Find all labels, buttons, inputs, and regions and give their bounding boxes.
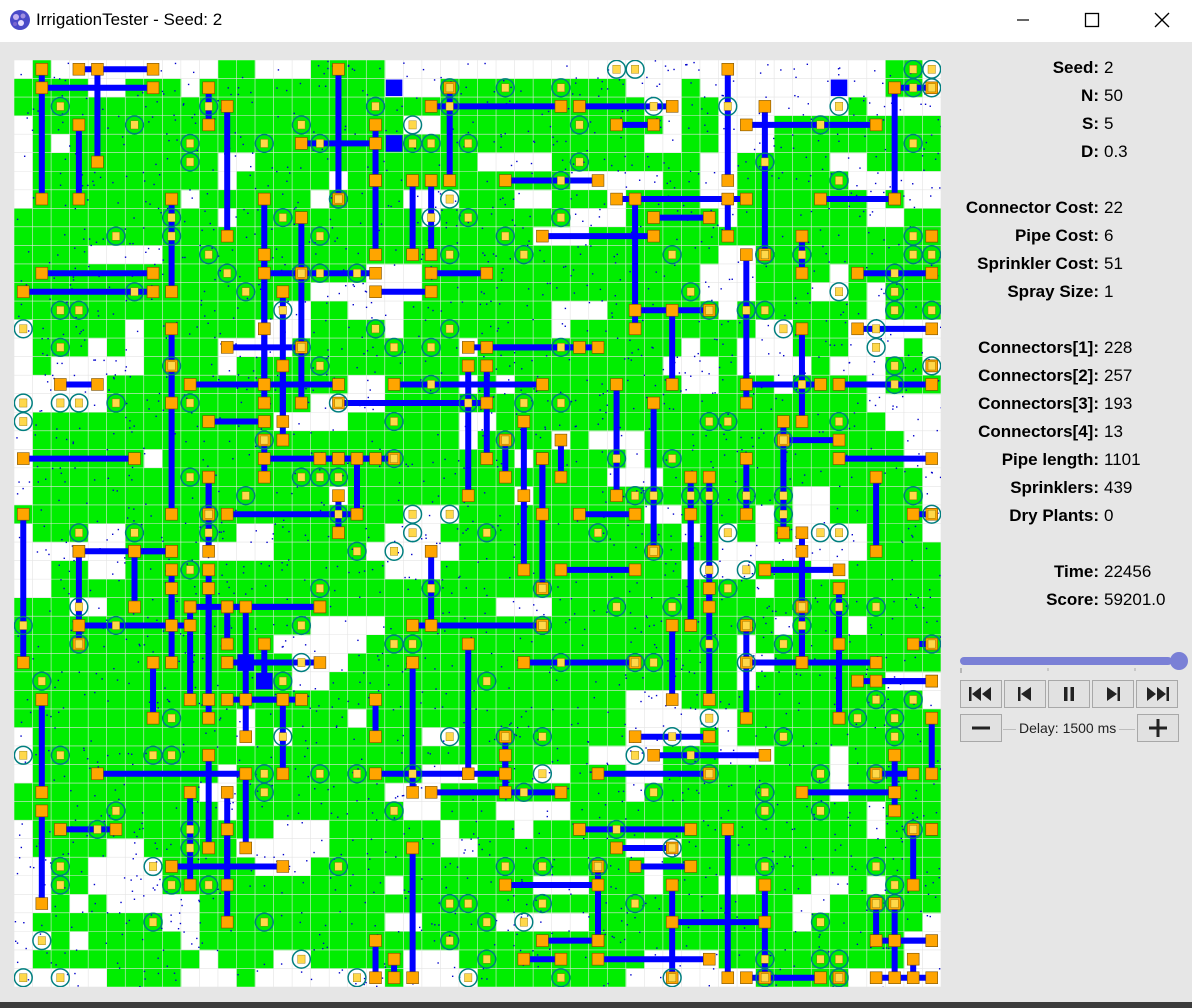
stat-pipe-cost-label: Pipe Cost: — [1014, 226, 1099, 245]
title-bar: IrrigationTester - Seed: 2 — [0, 0, 1192, 42]
delay-label: Delay: 1500 ms — [1016, 720, 1120, 736]
stat-n: N: 50 — [948, 86, 1192, 110]
stat-s-value: 5 — [1104, 114, 1114, 133]
stat-connectors-3-label: Connectors[3]: — [978, 394, 1099, 413]
minimize-icon — [1017, 19, 1029, 21]
stat-spray-size-value: 1 — [1104, 282, 1114, 301]
app-logo-icon — [10, 10, 30, 30]
stat-connectors-1-value: 228 — [1104, 338, 1133, 357]
stat-sprinklers-label: Sprinklers: — [1010, 478, 1099, 497]
stat-connectors-4: Connectors[4]: 13 — [948, 422, 1192, 446]
stat-pipe-length-label: Pipe length: — [1001, 450, 1099, 469]
stat-sprinklers: Sprinklers: 439 — [948, 478, 1192, 502]
maximize-icon — [1084, 12, 1100, 28]
stat-d: D: 0.3 — [948, 142, 1192, 166]
skip-to-start-button[interactable] — [960, 680, 1002, 708]
stat-s: S: 5 — [948, 114, 1192, 138]
stat-spray-size-label: Spray Size: — [1007, 282, 1099, 301]
stat-connectors-2-value: 257 — [1104, 366, 1133, 385]
pause-button[interactable] — [1048, 680, 1090, 708]
stat-s-label: S: — [1082, 114, 1099, 133]
stat-connectors-4-label: Connectors[4]: — [978, 422, 1099, 441]
stat-connectors-4-value: 13 — [1104, 422, 1123, 441]
stat-score-label: Score: — [1046, 590, 1099, 609]
skip-to-start-icon — [969, 687, 991, 701]
stat-n-value: 50 — [1104, 86, 1123, 105]
step-forward-button[interactable] — [1092, 680, 1134, 708]
stat-n-label: N: — [1081, 86, 1099, 105]
stat-time: Time: 22456 — [948, 562, 1192, 586]
step-forward-icon — [1107, 687, 1120, 701]
stat-time-label: Time: — [1053, 562, 1099, 581]
step-back-icon — [1018, 687, 1031, 701]
stat-sprinkler-cost-label: Sprinkler Cost: — [977, 254, 1099, 273]
increase-delay-button[interactable] — [1137, 714, 1179, 742]
stat-score: Score: 59201.0 — [948, 590, 1192, 614]
plus-icon — [1149, 719, 1167, 737]
skip-to-end-button[interactable] — [1136, 680, 1178, 708]
window-title: IrrigationTester - Seed: 2 — [36, 10, 223, 29]
stat-seed: Seed: 2 — [948, 58, 1192, 82]
stat-pipe-length: Pipe length: 1101 — [948, 450, 1192, 474]
stat-spray-size: Spray Size: 1 — [948, 282, 1192, 306]
stat-connector-cost: Connector Cost: 22 — [948, 198, 1192, 222]
stat-dry-plants-value: 0 — [1104, 506, 1114, 525]
time-slider[interactable] — [960, 652, 1188, 673]
stat-sprinklers-value: 439 — [1104, 478, 1133, 497]
stat-connectors-2: Connectors[2]: 257 — [948, 366, 1192, 390]
close-button[interactable] — [1127, 0, 1192, 40]
maximize-button[interactable] — [1057, 0, 1127, 40]
stat-dry-plants: Dry Plants: 0 — [948, 506, 1192, 530]
stat-connectors-1: Connectors[1]: 228 — [948, 338, 1192, 362]
irrigation-board[interactable] — [14, 60, 941, 987]
stat-time-value: 22456 — [1104, 562, 1152, 581]
decrease-delay-button[interactable] — [960, 714, 1002, 742]
pause-icon — [1064, 687, 1074, 701]
stat-pipe-cost-value: 6 — [1104, 226, 1114, 245]
skip-to-end-icon — [1147, 687, 1169, 701]
slider-ticks — [960, 668, 1136, 673]
stat-dry-plants-label: Dry Plants: — [1009, 506, 1099, 525]
stat-connector-cost-label: Connector Cost: — [965, 198, 1099, 217]
stat-pipe-cost: Pipe Cost: 6 — [948, 226, 1192, 250]
stat-pipe-length-value: 1101 — [1104, 450, 1141, 469]
close-icon — [1154, 12, 1170, 28]
stat-d-label: D: — [1081, 142, 1099, 161]
slider-track — [960, 657, 1172, 665]
stat-connectors-3: Connectors[3]: 193 — [948, 394, 1192, 418]
step-back-button[interactable] — [1004, 680, 1046, 708]
stat-sprinkler-cost: Sprinkler Cost: 51 — [948, 254, 1192, 278]
stat-seed-value: 2 — [1104, 58, 1114, 77]
taskbar-edge — [0, 1002, 1192, 1008]
stat-d-value: 0.3 — [1104, 142, 1128, 161]
stat-sprinkler-cost-value: 51 — [1104, 254, 1123, 273]
stat-connectors-1-label: Connectors[1]: — [978, 338, 1099, 357]
stat-score-value: 59201.0 — [1104, 590, 1166, 609]
minimize-button[interactable] — [988, 0, 1058, 40]
stat-connector-cost-value: 22 — [1104, 198, 1123, 217]
stat-connectors-3-value: 193 — [1104, 394, 1133, 413]
stat-connectors-2-label: Connectors[2]: — [978, 366, 1099, 385]
stat-seed-label: Seed: — [1052, 58, 1099, 77]
minus-icon — [972, 726, 990, 730]
